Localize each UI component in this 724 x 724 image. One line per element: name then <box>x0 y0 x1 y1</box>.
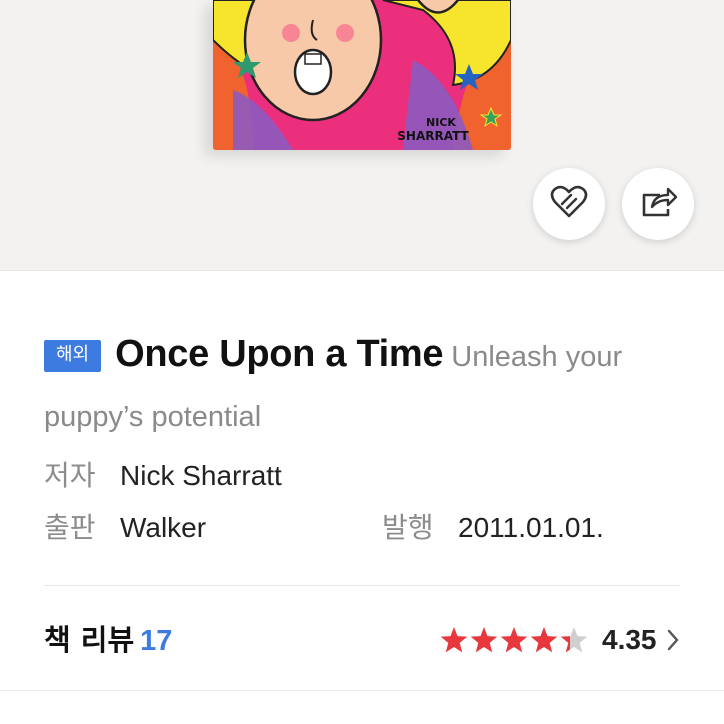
star-icon <box>560 627 588 653</box>
book-review-row[interactable]: 책 리뷰 17 4.35 <box>44 620 684 660</box>
publisher-name[interactable]: Walker <box>120 512 206 543</box>
star-icon <box>530 627 558 653</box>
review-label: 책 리뷰 <box>44 623 135 657</box>
author-label: 저자 <box>44 460 96 491</box>
overseas-badge: 해외 <box>44 339 102 372</box>
chevron-right-icon[interactable] <box>666 628 680 656</box>
share-icon <box>638 183 678 225</box>
heart-icon <box>549 184 589 224</box>
author-name[interactable]: Nick Sharratt <box>120 460 282 491</box>
rating-value: 4.35 <box>602 624 657 655</box>
publish-date: 2011.01.01. <box>458 512 604 543</box>
publisher-row: 출판 Walker <box>44 510 206 546</box>
book-cover-illustration: NICK SHARRATT <box>213 0 511 150</box>
review-count: 17 <box>140 625 173 657</box>
section-divider <box>0 690 724 691</box>
cover-area: NICK SHARRATT <box>0 0 724 271</box>
cover-text-sharratt: SHARRATT <box>397 129 469 143</box>
share-button[interactable] <box>622 168 694 240</box>
cover-text-nick: NICK <box>426 116 456 129</box>
star-icon <box>440 627 468 653</box>
publish-date-row: 발행 2011.01.01. <box>382 510 604 546</box>
book-title-block: 해외 Once Upon a Time Unleash your puppy’s p… <box>44 326 684 449</box>
author-row: 저자 Nick Sharratt <box>44 458 282 494</box>
publisher-label: 출판 <box>44 512 96 543</box>
review-heading: 책 리뷰 17 <box>44 620 172 661</box>
star-icon <box>500 627 528 653</box>
book-title: Once Upon a Time <box>115 333 444 375</box>
publish-date-label: 발행 <box>382 512 434 543</box>
like-button[interactable] <box>533 168 605 240</box>
divider <box>44 585 680 586</box>
rating-stars <box>440 626 592 656</box>
book-cover-image[interactable]: NICK SHARRATT <box>213 0 511 150</box>
star-icon <box>470 627 498 653</box>
